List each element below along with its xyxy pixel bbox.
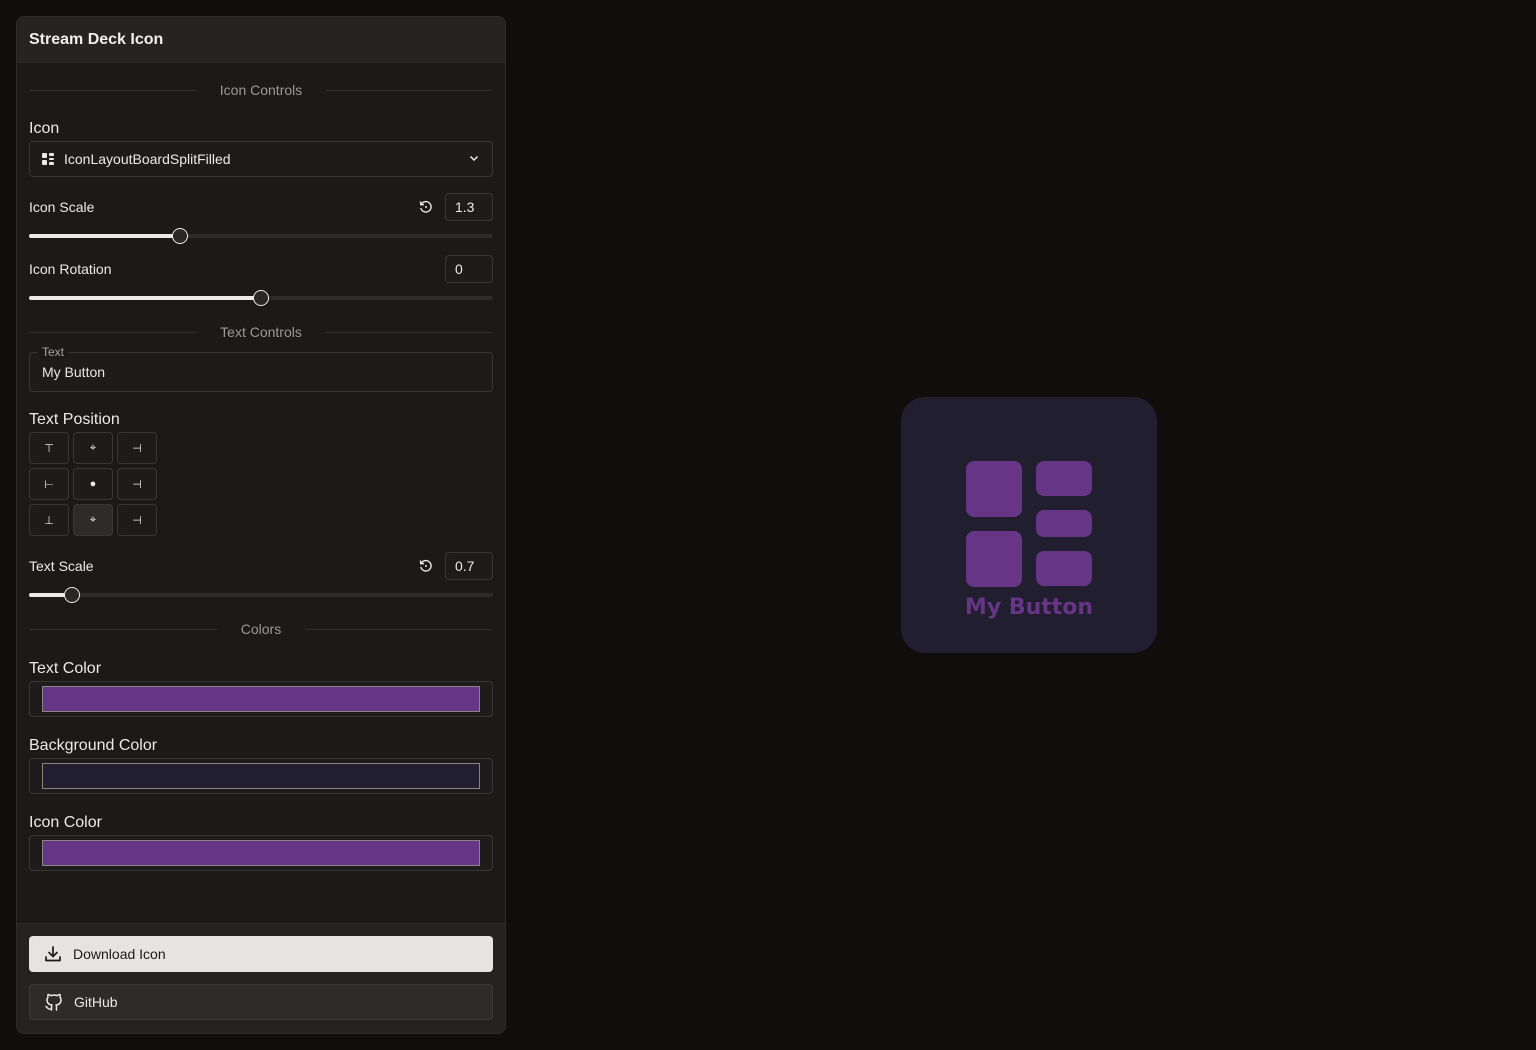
colors-heading: Colors (240, 621, 282, 637)
icon-rotation-slider[interactable] (29, 290, 493, 306)
text-position-middle-left-button[interactable]: ⊢ (29, 468, 69, 500)
github-icon (42, 990, 66, 1014)
panel-body: Icon Controls Icon IconLayoutBoardSplitF… (17, 80, 505, 871)
icon-rotation-label: Icon Rotation (29, 261, 112, 277)
download-icon (41, 942, 65, 966)
background-color-label: Background Color (29, 737, 158, 754)
divider-line (326, 89, 494, 91)
text-scale-slider[interactable] (29, 587, 493, 603)
text-scale-row: Text Scale 0.7 (29, 552, 493, 580)
layout-board-split-icon (42, 153, 54, 165)
panel-header: Stream Deck Icon (17, 17, 505, 63)
text-input[interactable]: Text My Button (29, 345, 493, 392)
text-input-legend: Text (38, 345, 69, 359)
reset-icon[interactable] (417, 198, 435, 216)
icon-scale-label: Icon Scale (29, 199, 95, 215)
download-icon-label: Download Icon (73, 946, 166, 962)
layout-board-split-icon (966, 461, 1092, 587)
colors-divider: Colors (29, 619, 493, 639)
text-position-grid: ⊤ ⌖ ⊣ ⊢ ● ⊣ ⊥ ⌖ ⊣ (29, 432, 493, 536)
background-color-picker[interactable] (29, 758, 493, 794)
icon-controls-heading: Icon Controls (219, 82, 303, 98)
icon-scale-row: Icon Scale 1.3 (29, 193, 493, 221)
text-position-middle-left-icon: ⊢ (44, 478, 54, 491)
icon-color-label: Icon Color (29, 814, 102, 831)
slider-thumb[interactable] (64, 587, 81, 603)
icon-color-swatch (42, 840, 480, 866)
panel-title: Stream Deck Icon (29, 30, 164, 48)
text-position-middle-right-icon: ⊣ (132, 478, 142, 491)
text-position-top-right-icon: ⊣ (132, 442, 142, 455)
text-scale-label: Text Scale (29, 558, 94, 574)
icon-preview: My Button (901, 397, 1157, 653)
text-color-swatch (42, 686, 480, 712)
divider-line (29, 628, 217, 630)
preview-text: My Button (964, 595, 1094, 620)
text-controls-divider: Text Controls (29, 322, 494, 342)
icon-select[interactable]: IconLayoutBoardSplitFilled (29, 141, 493, 177)
text-position-bottom-right-button[interactable]: ⊣ (117, 504, 157, 536)
text-position-top-right-button[interactable]: ⊣ (117, 432, 157, 464)
icon-label: Icon (29, 120, 60, 137)
text-position-bottom-left-button[interactable]: ⊥ (29, 504, 69, 536)
divider-line (29, 89, 196, 91)
slider-fill (29, 296, 261, 300)
settings-panel: Stream Deck Icon Icon Controls Icon Icon… (16, 16, 506, 1034)
text-scale-input[interactable]: 0.7 (445, 552, 493, 580)
icon-controls-divider: Icon Controls (29, 80, 494, 100)
icon-scale-input[interactable]: 1.3 (445, 193, 493, 221)
icon-scale-slider[interactable] (29, 228, 493, 244)
text-position-bottom-center-icon: ⌖ (89, 513, 97, 526)
icon-color-picker[interactable] (29, 835, 493, 871)
icon-select-value: IconLayoutBoardSplitFilled (64, 151, 231, 167)
reset-icon[interactable] (417, 557, 435, 575)
text-position-top-center-icon: ⌖ (89, 441, 97, 454)
chevron-down-icon (468, 151, 480, 167)
text-position-middle-right-button[interactable]: ⊣ (117, 468, 157, 500)
text-color-picker[interactable] (29, 681, 493, 717)
text-position-label: Text Position (29, 411, 120, 428)
text-position-middle-center-icon: ● (89, 478, 97, 490)
panel-footer: Download Icon GitHub (17, 923, 505, 1033)
github-label: GitHub (74, 994, 118, 1010)
text-position-bottom-right-icon: ⊣ (132, 514, 142, 527)
divider-line (29, 331, 197, 333)
text-position-top-left-icon: ⊤ (44, 442, 54, 455)
slider-fill (29, 234, 180, 238)
icon-rotation-input[interactable]: 0 (445, 255, 493, 283)
slider-thumb[interactable] (171, 228, 188, 244)
text-position-top-left-button[interactable]: ⊤ (29, 432, 69, 464)
text-input-value: My Button (42, 364, 106, 380)
divider-line (325, 331, 494, 333)
text-position-bottom-left-icon: ⊥ (44, 514, 54, 527)
text-position-top-center-button[interactable]: ⌖ (73, 432, 113, 464)
text-controls-heading: Text Controls (220, 324, 302, 340)
github-button[interactable]: GitHub (29, 984, 493, 1020)
icon-rotation-row: Icon Rotation 0 (29, 255, 493, 283)
slider-thumb[interactable] (253, 290, 269, 306)
text-position-middle-center-button[interactable]: ● (73, 468, 113, 500)
divider-line (305, 628, 493, 630)
text-color-label: Text Color (29, 660, 102, 677)
text-position-bottom-center-button[interactable]: ⌖ (73, 504, 113, 536)
background-color-swatch (42, 763, 480, 789)
download-icon-button[interactable]: Download Icon (29, 936, 493, 972)
